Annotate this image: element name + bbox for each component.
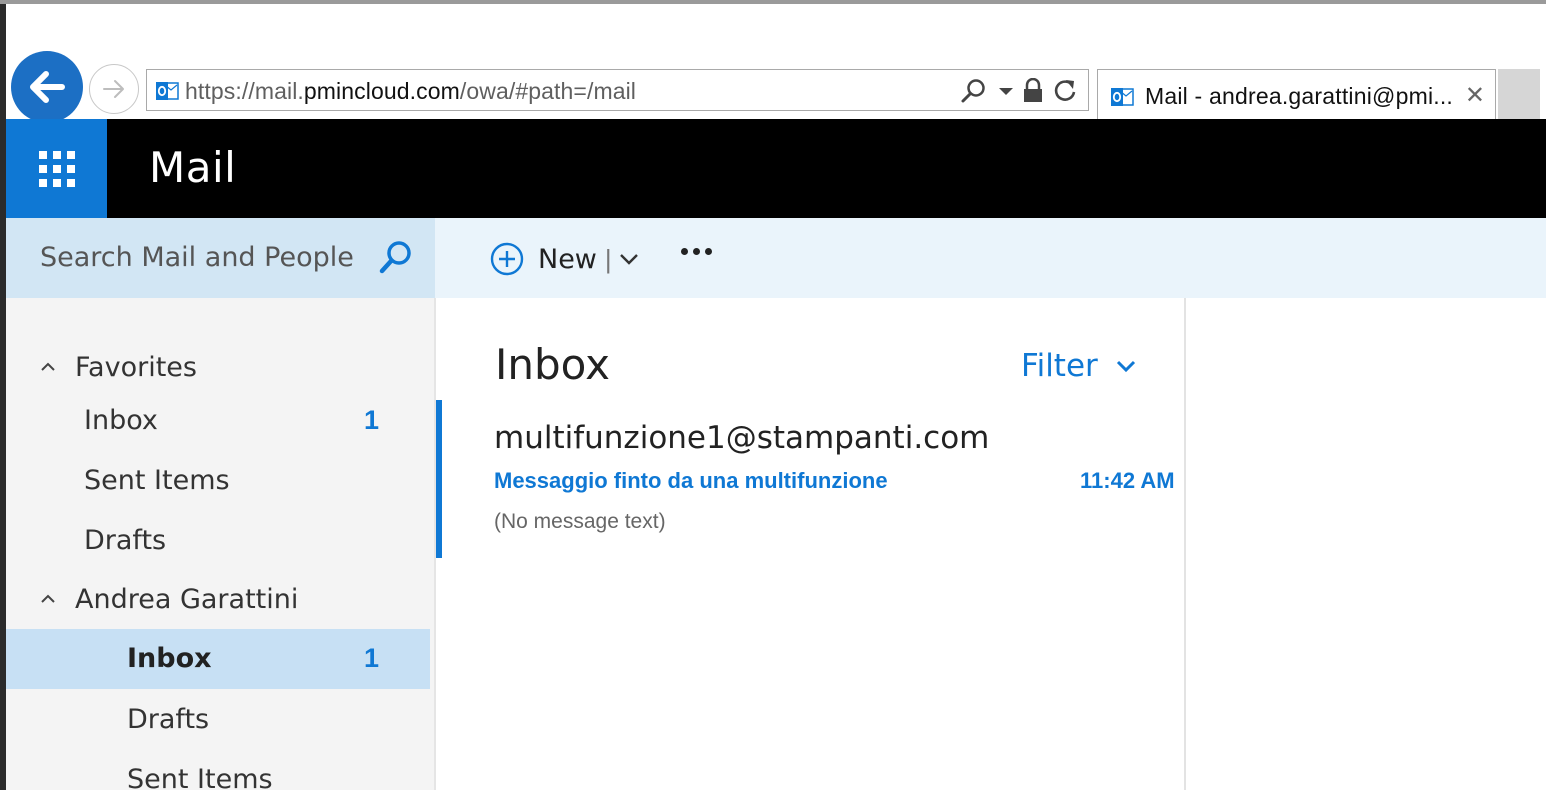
url-domain: pmincloud.com xyxy=(303,78,460,104)
filter-button[interactable]: Filter xyxy=(1021,348,1136,384)
url-path: /owa/#path=/mail xyxy=(459,78,637,104)
message-list: Inbox Filter multifunzione1@stampanti.co… xyxy=(436,298,1184,790)
app-title: Mail xyxy=(149,143,237,192)
address-bar[interactable]: https://mail.pmincloud.com/owa/#path=/ma… xyxy=(146,69,1089,111)
sidebar-item-favorites-inbox[interactable]: Inbox 1 xyxy=(6,391,430,451)
new-tab-button[interactable] xyxy=(1498,69,1540,119)
sidebar-item-account-sent-items[interactable]: Sent Items xyxy=(6,750,430,790)
nav-group-favorites[interactable]: Favorites xyxy=(6,340,435,396)
ellipsis-dot xyxy=(681,248,688,255)
app-header: Mail xyxy=(6,119,1546,218)
forward-button[interactable] xyxy=(89,64,139,114)
magnifier-icon[interactable] xyxy=(960,78,990,104)
chevron-up-icon xyxy=(41,362,55,371)
sidebar-item-label: Drafts xyxy=(84,525,167,556)
sidebar-item-account-inbox[interactable]: Inbox 1 xyxy=(6,629,430,689)
sidebar-item-account-drafts[interactable]: Drafts xyxy=(6,690,430,750)
nav-group-label: Favorites xyxy=(75,352,197,383)
arrow-right-icon xyxy=(103,80,124,98)
unread-count: 1 xyxy=(364,405,380,435)
chevron-down-icon xyxy=(1116,360,1135,373)
address-bar-icons xyxy=(960,78,1078,104)
sidebar-item-label: Inbox xyxy=(127,643,212,674)
message-preview: (No message text) xyxy=(494,510,666,533)
app-launcher-button[interactable] xyxy=(6,119,107,218)
sidebar-item-favorites-drafts[interactable]: Drafts xyxy=(6,511,430,571)
waffle-icon xyxy=(38,150,75,187)
message-item[interactable]: multifunzione1@stampanti.com Messaggio f… xyxy=(436,400,1184,558)
sidebar-item-label: Inbox xyxy=(84,405,158,436)
search-placeholder: Search Mail and People xyxy=(40,242,354,273)
ellipsis-dot xyxy=(693,248,700,255)
folder-pane: Favorites Inbox 1 Sent Items Drafts Andr… xyxy=(6,298,435,790)
new-dropdown-button[interactable] xyxy=(618,248,640,270)
refresh-icon[interactable] xyxy=(1052,78,1078,104)
tab-title: Mail - andrea.garattini@pmi... xyxy=(1145,83,1454,109)
search-icon[interactable] xyxy=(376,238,416,278)
dropdown-arrow-icon[interactable] xyxy=(998,78,1014,104)
arrow-left-icon xyxy=(30,71,65,103)
plus-circle-icon xyxy=(490,242,524,276)
sidebar-item-label: Sent Items xyxy=(127,764,273,790)
new-separator: | xyxy=(604,243,612,274)
nav-group-account[interactable]: Andrea Garattini xyxy=(6,572,435,628)
url-text[interactable]: https://mail.pmincloud.com/owa/#path=/ma… xyxy=(185,78,636,105)
folder-title: Inbox xyxy=(495,340,610,389)
reading-pane xyxy=(1186,298,1546,790)
selection-indicator xyxy=(436,400,442,558)
sidebar-item-favorites-sent-items[interactable]: Sent Items xyxy=(6,451,430,511)
message-sender: multifunzione1@stampanti.com xyxy=(494,420,990,456)
browser-chrome: https://mail.pmincloud.com/owa/#path=/ma… xyxy=(6,4,1546,123)
message-subject: Messaggio finto da una multifunzione xyxy=(494,468,888,493)
lock-icon[interactable] xyxy=(1022,78,1044,104)
more-options-button[interactable] xyxy=(681,248,712,255)
search-input[interactable]: Search Mail and People xyxy=(6,218,435,298)
outlook-icon xyxy=(1111,88,1134,106)
chevron-down-icon xyxy=(619,254,638,265)
back-button[interactable] xyxy=(11,51,83,123)
ellipsis-dot xyxy=(705,248,712,255)
unread-count: 1 xyxy=(364,643,380,673)
message-time: 11:42 AM xyxy=(1080,468,1175,493)
close-icon[interactable]: ✕ xyxy=(1465,81,1485,110)
chevron-up-icon xyxy=(41,594,55,603)
sidebar-item-label: Sent Items xyxy=(84,465,230,496)
command-bar: New | xyxy=(435,218,1546,298)
filter-label: Filter xyxy=(1021,348,1098,384)
nav-group-label: Andrea Garattini xyxy=(75,584,299,615)
url-prefix: https://mail. xyxy=(185,78,304,104)
outlook-icon xyxy=(156,82,179,100)
browser-tab[interactable]: Mail - andrea.garattini@pmi... ✕ xyxy=(1097,69,1496,119)
new-button-label: New xyxy=(538,243,597,275)
sidebar-item-label: Drafts xyxy=(127,704,210,735)
new-button[interactable]: New | xyxy=(490,240,640,278)
